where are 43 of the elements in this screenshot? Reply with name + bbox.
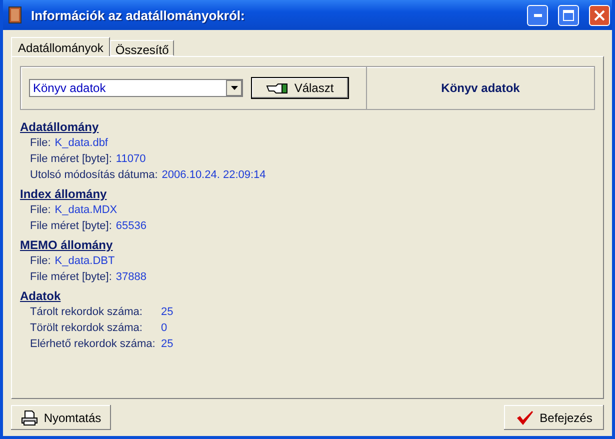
field-value: K_data.DBT [54,254,115,269]
minimize-button[interactable] [527,4,548,26]
maximize-button[interactable] [558,4,579,26]
tab[interactable]: Adatállományok [11,37,110,56]
select-button[interactable]: Választ [251,77,349,99]
close-button[interactable] [589,4,610,26]
field-value: K_data.MDX [54,203,118,218]
field-value: 0 [161,321,168,336]
field-label: File méret [byte]: [30,219,112,234]
field-label: File méret [byte]: [30,152,112,167]
print-button[interactable]: Nyomtatás [11,405,111,430]
book-icon [7,6,23,24]
field-value: 11070 [116,152,146,167]
field-label: Utolsó módosítás dátuma: [30,168,158,183]
window-title: Információk az adatállományokról: [31,8,246,22]
field-label: Elérhető rekordok száma: [30,337,156,352]
minimize-icon [534,14,542,16]
field-value: 65536 [116,219,147,234]
field-label: File méret [byte]: [30,270,112,285]
dataset-dropdown[interactable]: Könyv adatok [29,79,243,97]
field-label: Tárolt rekordok száma: [30,305,144,320]
finish-button[interactable]: Befejezés [504,405,604,430]
field-label: File: [30,203,51,218]
checkmark-icon [516,410,534,426]
section-heading: Adatok [20,289,61,304]
dropdown-arrow-icon [230,86,238,90]
field-value: 25 [161,337,174,352]
section-heading: Adatállomány [20,120,99,135]
tab[interactable]: Összesítő [110,40,174,56]
printer-icon [20,410,38,426]
field-value: K_data.dbf [54,136,108,151]
section-heading: Index állomány [20,187,107,202]
field-label: File: [30,254,51,269]
close-icon [594,10,605,20]
dataset-caption: Könyv adatok [440,81,521,95]
pointing-hand-icon [266,82,288,94]
maximize-icon [563,10,574,20]
field-label: File: [30,136,51,151]
field-value: 37888 [116,270,147,285]
field-value: 25 [161,305,174,320]
field-value: 2006.10.24. 22:09:14 [162,168,266,183]
field-label: Törölt rekordok száma: [30,321,144,336]
section-heading: MEMO állomány [20,238,113,253]
